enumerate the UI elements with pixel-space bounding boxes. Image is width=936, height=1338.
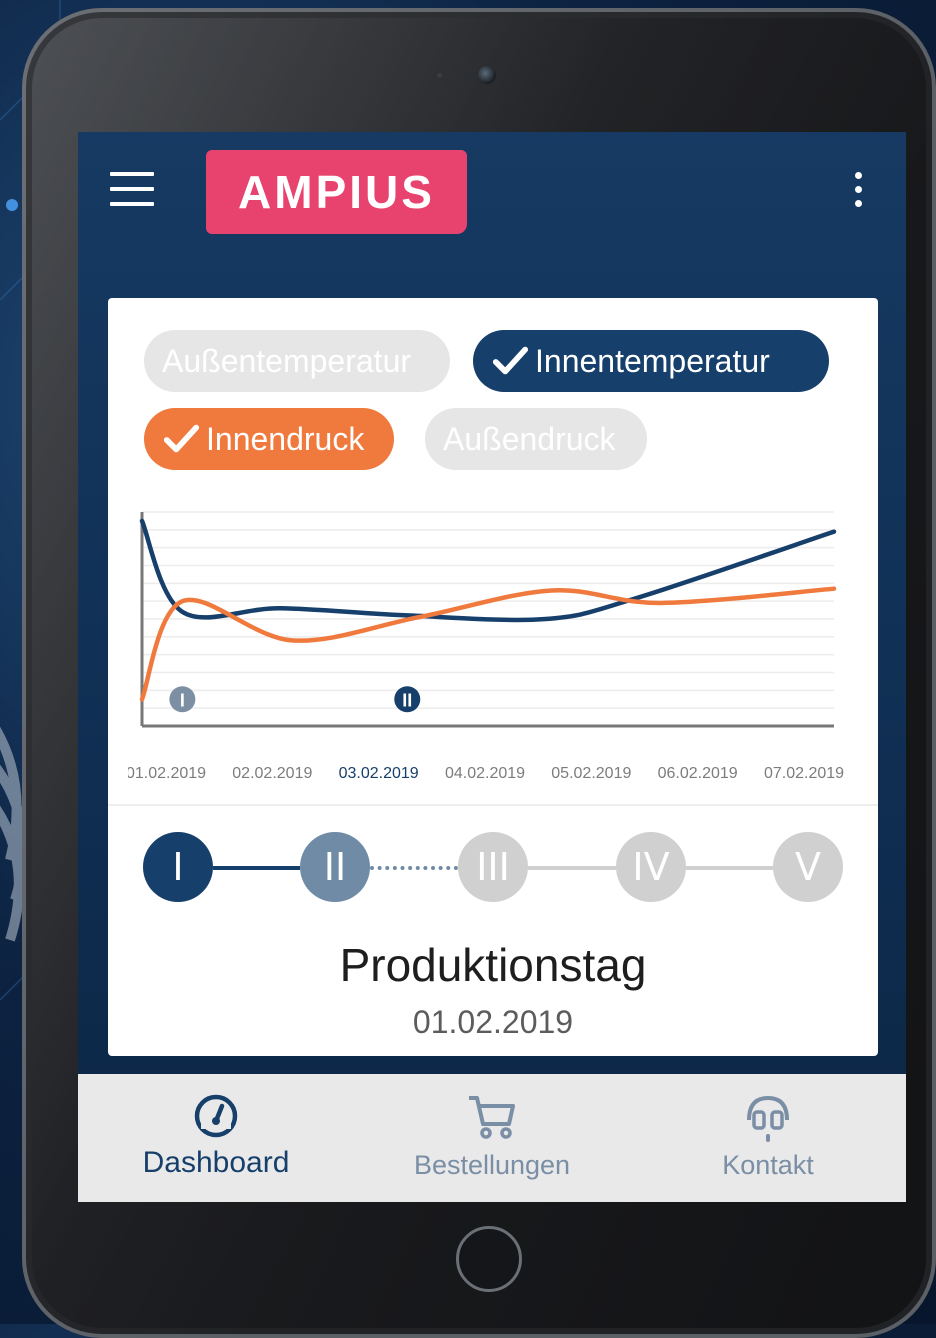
x-tick-label: 07.02.2019 — [764, 765, 844, 782]
filter-chip-aussentemperatur[interactable]: Außentemperatur — [144, 330, 450, 392]
divider — [108, 804, 878, 806]
day-title: Produktionstag — [339, 939, 647, 991]
nav-label: Bestellungen — [413, 1150, 571, 1180]
home-button[interactable] — [456, 1226, 522, 1292]
nav-dashboard[interactable]: Dashboard — [78, 1074, 354, 1202]
front-camera — [478, 66, 496, 84]
day-date: 01.02.2019 — [412, 1004, 574, 1040]
nav-label: Dashboard — [142, 1146, 290, 1179]
x-tick-label: 05.02.2019 — [551, 765, 631, 782]
more-options-icon[interactable] — [850, 172, 866, 216]
headset-icon — [747, 1095, 789, 1142]
brand-logo: AMPIUS — [206, 150, 467, 234]
chart-marker-label: II — [402, 690, 412, 710]
cart-icon — [469, 1096, 515, 1139]
filter-chip-aussendruck[interactable]: Außendruck — [425, 408, 647, 470]
stepper-step-1[interactable]: I — [143, 832, 213, 902]
bottom-navigation: Dashboard Bestellungen Kontakt — [78, 1074, 906, 1202]
filter-chip-innendruck[interactable]: Innendruck — [144, 408, 394, 470]
stepper-step-4[interactable]: IV — [616, 832, 686, 902]
nav-kontakt[interactable]: Kontakt — [630, 1074, 906, 1202]
stepper-step-3[interactable]: III — [458, 832, 528, 902]
check-icon — [163, 424, 200, 453]
filter-chip-label: Außendruck — [443, 420, 616, 457]
logo-text: AMPIUS — [238, 166, 435, 218]
app-bar: AMPIUS — [78, 132, 906, 292]
stepper-connector — [686, 866, 773, 870]
production-stepper: I II III IV V — [108, 822, 878, 912]
app-screen: AMPIUS Außentemperatur Innentemperatur I… — [78, 132, 906, 1202]
stepper-connector — [528, 866, 616, 870]
series-line-2 — [139, 586, 837, 702]
nav-bestellungen[interactable]: Bestellungen — [354, 1074, 630, 1202]
speedometer-icon — [194, 1094, 238, 1138]
dashboard-card: Außentemperatur Innentemperatur Innendru… — [108, 298, 878, 1056]
line-chart: I II01.02.2019 02.02.2019 03.02.2019 04.02.2… — [128, 511, 844, 782]
x-tick-label: 03.02.2019 — [339, 765, 419, 782]
x-tick-label: 06.02.2019 — [658, 765, 738, 782]
x-tick-label: 02.02.2019 — [232, 765, 312, 782]
filter-chip-label: Innentemperatur — [535, 342, 770, 379]
filter-chip-label: Innendruck — [206, 420, 365, 457]
hamburger-menu-icon[interactable] — [110, 172, 154, 206]
light-sensor — [437, 73, 442, 78]
stepper-step-5[interactable]: V — [773, 832, 843, 902]
series-line-1 — [139, 518, 837, 623]
x-tick-label: 04.02.2019 — [445, 765, 525, 782]
x-tick-label: 01.02.2019 — [128, 765, 206, 782]
stepper-step-2[interactable]: II — [300, 832, 370, 902]
nav-label: Kontakt — [722, 1150, 814, 1180]
stepper-connector — [213, 866, 300, 870]
stepper-connector — [370, 866, 458, 870]
chart-marker-label: I — [180, 690, 185, 710]
filter-chip-label: Außentemperatur — [162, 342, 412, 379]
filter-chip-innentemperatur[interactable]: Innentemperatur — [473, 330, 829, 392]
check-icon — [492, 346, 529, 375]
